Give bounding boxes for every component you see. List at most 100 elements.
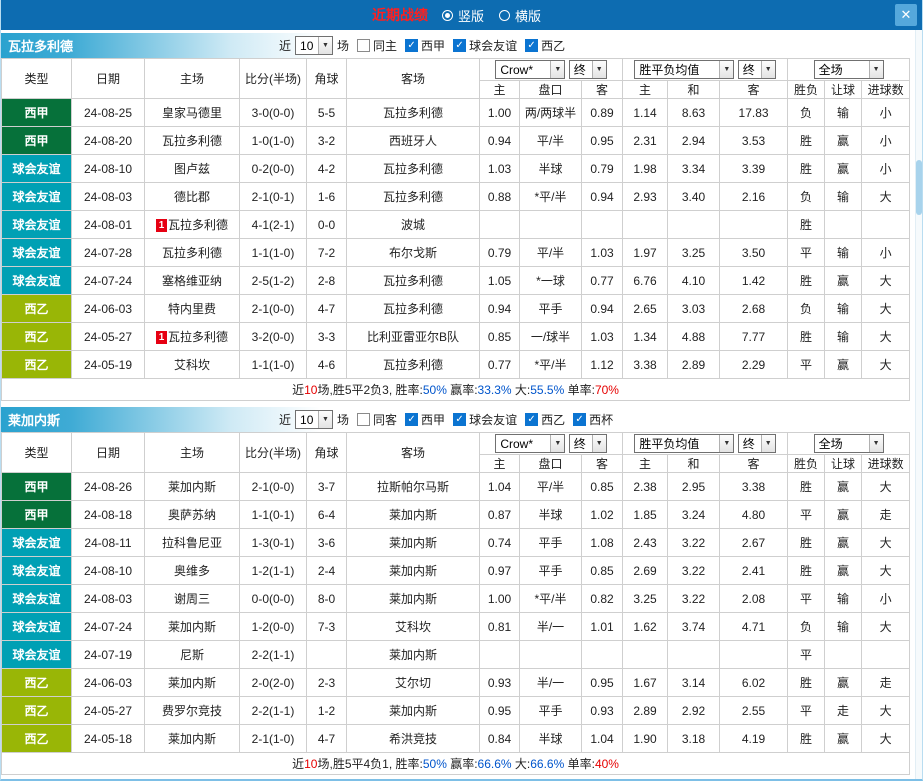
vertical-scrollbar [915, 30, 922, 779]
filter-checkbox-西杯[interactable]: ✓ 西杯 [573, 411, 613, 428]
odds-company-dropdown[interactable]: Crow* ▼ [495, 60, 566, 79]
checkbox-checked-icon[interactable]: ✓ [525, 413, 539, 426]
subheader-euro-away: 客 [719, 80, 789, 99]
checkbox-checked-icon[interactable]: ✓ [525, 39, 539, 52]
close-button[interactable]: ✕ [895, 4, 917, 26]
result-cell: 胜 [787, 724, 826, 753]
result-cell: 负 [787, 294, 826, 323]
asian-final-dropdown[interactable]: 终 ▼ [568, 60, 607, 79]
corners-cell: 2-8 [306, 266, 347, 295]
checkbox-checked-icon[interactable]: ✓ [405, 39, 419, 52]
subheader-euro-away: 客 [719, 454, 789, 473]
match-row: 球会友谊 24-08-10 图卢兹 0-2(0-0) 4-2 瓦拉多利德 1.03 半球 0.7… [1, 154, 911, 183]
match-row: 球会友谊 24-07-24 莱加内斯 1-2(0-0) 7-3 艾科坎 0.81 半/一 1.0… [1, 612, 911, 641]
euro-draw-odds: 3.22 [667, 528, 721, 557]
match-count-value: 10 [300, 412, 314, 427]
chevron-down-icon: ▼ [760, 435, 775, 452]
filter-checkbox-西乙[interactable]: ✓ 西乙 [525, 411, 565, 428]
landscape-radio[interactable] [499, 9, 510, 21]
date-cell: 24-08-20 [71, 126, 145, 155]
filter-checkbox-球会友谊[interactable]: ✓ 球会友谊 [453, 37, 517, 54]
filter-checkbox-球会友谊[interactable]: ✓ 球会友谊 [453, 411, 517, 428]
asian-away-odds: 1.04 [580, 724, 624, 753]
portrait-label: 竖版 [457, 8, 484, 24]
checkbox-checked-icon[interactable]: ✓ [453, 39, 467, 52]
euro-home-odds [622, 640, 669, 669]
goals-result-cell: 大 [861, 182, 911, 211]
result-cell: 胜 [787, 210, 826, 239]
filter-checkbox-西甲[interactable]: ✓ 西甲 [405, 411, 445, 428]
home-team-cell: 奥萨苏纳 [144, 500, 240, 529]
result-cell: 平 [787, 500, 826, 529]
recent-results-panel: 近期战绩 竖版 横版 ✕ 瓦拉多利德 近 10 ▼ 场 同主 ✓ 西甲 ✓ 球会友谊 ✓ 西… [0, 0, 923, 781]
asian-away-odds: 0.77 [580, 266, 624, 295]
score-cell: 2-0(2-0) [239, 668, 307, 697]
match-count-dropdown[interactable]: 10 ▼ [295, 410, 334, 429]
result-cell: 胜 [787, 556, 826, 585]
asian-away-odds: 0.94 [580, 182, 624, 211]
odds-company-dropdown[interactable]: Crow* ▼ [495, 434, 566, 453]
filter-checkbox-同客[interactable]: 同客 [357, 411, 397, 428]
scope-dropdown[interactable]: 全场 ▼ [813, 434, 884, 453]
checkbox-label: 同主 [373, 39, 398, 53]
euro-away-odds: 3.38 [719, 472, 789, 501]
asian-away-odds: 0.93 [580, 696, 624, 725]
match-count-dropdown[interactable]: 10 ▼ [295, 36, 334, 55]
euro-final-dropdown[interactable]: 终 ▼ [737, 434, 776, 453]
asian-home-odds: 0.81 [479, 612, 520, 641]
league-filter-checkboxes: 同主 ✓ 西甲 ✓ 球会友谊 ✓ 西乙 [357, 37, 571, 54]
away-team-cell: 莱加内斯 [346, 696, 480, 725]
scope-value: 全场 [818, 63, 843, 77]
subheader-asian-home: 主 [479, 454, 520, 473]
euro-draw-odds: 3.22 [667, 556, 721, 585]
corners-cell: 5-5 [306, 98, 347, 127]
euro-avg-dropdown[interactable]: 胜平负均值 ▼ [634, 434, 735, 453]
column-header-date: 日期 [71, 58, 145, 99]
asian-home-odds: 1.04 [479, 472, 520, 501]
top-bar: 近期战绩 竖版 横版 ✕ [1, 0, 922, 30]
summary-segment: 33.3% [477, 383, 512, 397]
away-team-cell: 莱加内斯 [346, 584, 480, 613]
home-team-cell: 瓦拉多利德 [144, 126, 240, 155]
filter-checkbox-西甲[interactable]: ✓ 西甲 [405, 37, 445, 54]
handicap-result-cell: 赢 [824, 350, 863, 379]
euro-away-odds: 2.16 [719, 182, 789, 211]
scope-dropdown[interactable]: 全场 ▼ [813, 60, 884, 79]
checkbox-unchecked-icon[interactable] [357, 413, 371, 426]
checkbox-checked-icon[interactable]: ✓ [405, 413, 419, 426]
score-cell: 1-3(0-1) [239, 528, 307, 557]
summary-segment: 66.6% [530, 757, 565, 771]
euro-away-odds [719, 210, 789, 239]
scrollbar-thumb[interactable] [916, 160, 922, 215]
euro-draw-odds: 4.10 [667, 266, 721, 295]
asian-home-odds: 0.97 [479, 556, 520, 585]
result-cell: 胜 [787, 528, 826, 557]
euro-home-odds: 2.43 [622, 528, 669, 557]
asian-away-odds: 1.03 [580, 238, 624, 267]
euro-final-dropdown[interactable]: 终 ▼ [737, 60, 776, 79]
filter-checkbox-同主[interactable]: 同主 [357, 37, 397, 54]
away-team-cell: 瓦拉多利德 [346, 266, 480, 295]
handicap-cell: *平/半 [519, 350, 582, 379]
page-title: 近期战绩 [371, 7, 428, 23]
euro-avg-value: 胜平负均值 [639, 63, 700, 77]
euro-home-odds: 2.69 [622, 556, 669, 585]
asian-final-value: 终 [573, 63, 586, 77]
checkbox-unchecked-icon[interactable] [357, 39, 371, 52]
summary-segment: 场,胜5平2负3, 胜率: [317, 383, 423, 397]
result-cell: 胜 [787, 266, 826, 295]
euro-draw-odds: 2.92 [667, 696, 721, 725]
checkbox-checked-icon[interactable]: ✓ [453, 413, 467, 426]
checkbox-checked-icon[interactable]: ✓ [573, 413, 587, 426]
handicap-cell: 半球 [519, 154, 582, 183]
team-bar: 莱加内斯 近 10 ▼ 场 同客 ✓ 西甲 ✓ 球会友谊 ✓ 西乙 ✓ 西杯 [1, 407, 922, 432]
filter-checkbox-西乙[interactable]: ✓ 西乙 [525, 37, 565, 54]
euro-avg-dropdown[interactable]: 胜平负均值 ▼ [634, 60, 735, 79]
team-name: 瓦拉多利德 [8, 39, 74, 54]
asian-final-dropdown[interactable]: 终 ▼ [568, 434, 607, 453]
summary-segment: 66.6% [477, 757, 512, 771]
away-team-cell: 莱加内斯 [346, 556, 480, 585]
portrait-radio[interactable] [441, 9, 453, 21]
column-header-away: 客场 [346, 58, 480, 99]
handicap-cell: 半/一 [519, 612, 582, 641]
